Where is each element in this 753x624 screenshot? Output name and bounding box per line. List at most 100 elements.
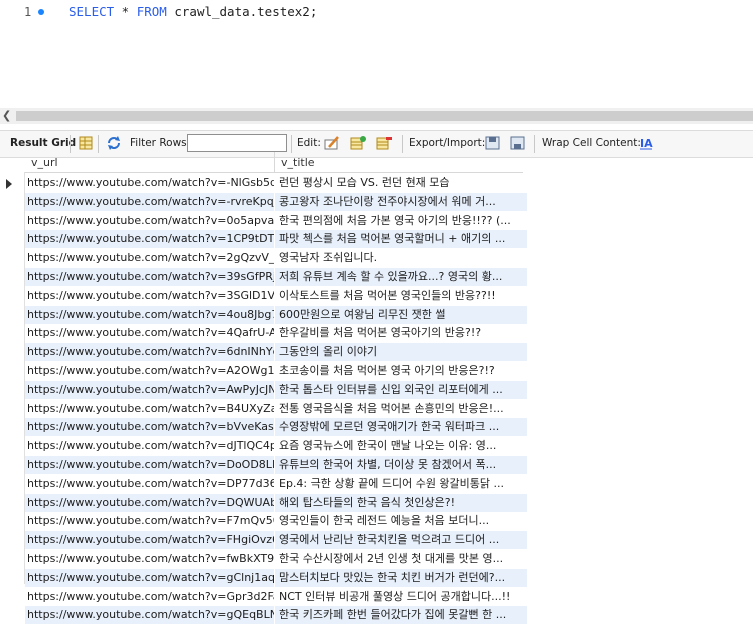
toolbar-separator	[98, 135, 99, 153]
export-import-label: Export/Import:	[409, 137, 486, 149]
table-row[interactable]: https://www.youtube.com/watch?v=FHgiOvz6…	[0, 531, 527, 550]
editor-horizontal-scrollbar[interactable]: ❮	[0, 108, 753, 124]
table-row[interactable]: https://www.youtube.com/watch?v=gClnj1aq…	[0, 568, 527, 587]
table-row[interactable]: https://www.youtube.com/watch?v=F7mQv50.…	[0, 512, 523, 530]
cell-v-title[interactable]: 한국 수산시장에서 2년 인생 첫 대게를 맛본 영...	[275, 550, 527, 568]
export-icon[interactable]	[485, 135, 501, 151]
cell-v-title[interactable]: Ep.4: 극한 상황 끝에 드디어 수원 왕갈비통닭 ...	[275, 475, 527, 493]
cell-v-title[interactable]: 전통 영국음식을 처음 먹어본 손흥민의 반응은!...	[275, 400, 527, 418]
cell-v-url[interactable]: https://www.youtube.com/watch?v=-NlGsb5d…	[25, 174, 274, 192]
scrollbar-thumb[interactable]	[16, 111, 753, 121]
insert-row-icon[interactable]	[350, 135, 366, 151]
cell-v-title[interactable]: 수영장밖에 모르던 영국애기가 한국 워터파크 ...	[275, 418, 527, 437]
cell-v-url[interactable]: https://www.youtube.com/watch?v=DoOD8LB.…	[25, 456, 274, 474]
table-row[interactable]: https://www.youtube.com/watch?v=B4UXyZaE…	[0, 400, 523, 418]
cell-v-title[interactable]: 600만원으로 여왕님 리무진 잿한 썰	[275, 305, 527, 324]
sql-statement[interactable]: SELECT * FROM crawl_data.testex2;	[69, 4, 317, 19]
cell-v-url[interactable]: https://www.youtube.com/watch?v=AwPyJcJN…	[25, 380, 274, 399]
cell-v-url[interactable]: https://www.youtube.com/watch?v=A2OWg1h.…	[25, 362, 274, 380]
table-row[interactable]: https://www.youtube.com/watch?v=6dnINhYg…	[0, 343, 527, 362]
table-row[interactable]: https://www.youtube.com/watch?v=-rvreKpq…	[0, 192, 527, 211]
cell-v-url[interactable]: https://www.youtube.com/watch?v=6dnINhYg…	[25, 343, 274, 362]
edit-label: Edit:	[297, 137, 321, 149]
scroll-left-arrow-icon[interactable]: ❮	[2, 109, 11, 122]
cell-v-url[interactable]: https://www.youtube.com/watch?v=FHgiOvz6…	[25, 531, 274, 550]
table-row[interactable]: https://www.youtube.com/watch?v=39sGfPRj…	[0, 268, 527, 286]
table-row[interactable]: https://www.youtube.com/watch?v=DoOD8LB.…	[0, 456, 527, 474]
cell-v-url[interactable]: https://www.youtube.com/watch?v=4ou8Jbg7…	[25, 305, 274, 324]
cell-v-url[interactable]: https://www.youtube.com/watch?v=2gQzvV_y…	[25, 249, 274, 267]
table-row[interactable]: https://www.youtube.com/watch?v=4ou8Jbg7…	[0, 305, 527, 324]
cell-v-title[interactable]: 이삭토스트를 처음 먹어본 영국인들의 반응??!!	[275, 287, 527, 305]
wrap-text-icon[interactable]: IA	[638, 135, 654, 151]
cell-v-url[interactable]: https://www.youtube.com/watch?v=39sGfPRj…	[25, 268, 274, 286]
table-row[interactable]: https://www.youtube.com/watch?v=fwBkXT9P…	[0, 550, 523, 568]
column-header-v-url[interactable]: v_url	[25, 152, 275, 173]
cell-v-title[interactable]: 파맛 첵스를 처음 먹어본 영국할머니 + 애기의 ...	[275, 230, 527, 249]
toolbar-separator	[402, 135, 403, 153]
cell-v-url[interactable]: https://www.youtube.com/watch?v=F7mQv50.…	[25, 512, 274, 530]
table-row[interactable]: https://www.youtube.com/watch?v=Gpr3d2Fa…	[0, 588, 523, 606]
table-row[interactable]: https://www.youtube.com/watch?v=DQWUAb-.…	[0, 493, 527, 512]
select-star: *	[114, 4, 137, 19]
cell-v-url[interactable]: https://www.youtube.com/watch?v=bVveKasF…	[25, 418, 274, 437]
table-row[interactable]: https://www.youtube.com/watch?v=dJTlQC4p…	[0, 437, 523, 455]
cell-v-title[interactable]: 콩고왕자 조나단이랑 전주야시장에서 워메 거...	[275, 192, 527, 211]
filter-rows-label: Filter Rows:	[130, 137, 191, 149]
table-row[interactable]: https://www.youtube.com/watch?v=2gQzvV_y…	[0, 249, 523, 267]
sql-editor[interactable]: 1 SELECT * FROM crawl_data.testex2;	[0, 0, 753, 108]
cell-v-url[interactable]: https://www.youtube.com/watch?v=0o5apvaD…	[25, 212, 274, 230]
result-grid-tab[interactable]: Result Grid	[10, 137, 76, 149]
import-icon[interactable]	[510, 135, 526, 151]
column-header-v-title[interactable]: v_title	[275, 152, 523, 173]
table-row[interactable]: https://www.youtube.com/watch?v=3SGlD1VZ…	[0, 287, 523, 305]
cell-v-url[interactable]: https://www.youtube.com/watch?v=fwBkXT9P…	[25, 550, 274, 568]
cell-v-title[interactable]: 런던 평상시 모습 VS. 런던 현재 모습	[275, 174, 527, 192]
cell-v-title[interactable]: 요즘 영국뉴스에 한국이 맨날 나오는 이유: 영...	[275, 437, 527, 455]
table-row[interactable]: https://www.youtube.com/watch?v=gQEqBLNt…	[0, 606, 527, 624]
table-row[interactable]: https://www.youtube.com/watch?v=DP77d366…	[0, 475, 523, 493]
cell-v-title[interactable]: 초코송이를 처음 먹어본 영국 아기의 반응은?!?	[275, 362, 527, 380]
result-grid[interactable]: v_url v_title https://www.youtube.com/wa…	[0, 152, 753, 624]
table-row[interactable]: https://www.youtube.com/watch?v=A2OWg1h.…	[0, 362, 523, 380]
grid-view-icon[interactable]	[78, 135, 94, 151]
cell-v-title[interactable]: 그동안의 올리 이야기	[275, 343, 527, 362]
table-row[interactable]: https://www.youtube.com/watch?v=AwPyJcJN…	[0, 380, 527, 399]
cell-v-title[interactable]: 영국인들이 한국 레전드 예능을 처음 보더니...	[275, 512, 527, 530]
table-row[interactable]: https://www.youtube.com/watch?v=4QafrU-A…	[0, 324, 523, 342]
refresh-icon[interactable]	[106, 135, 122, 151]
edit-row-icon[interactable]	[324, 135, 340, 151]
toolbar-separator	[534, 135, 535, 153]
cell-v-title[interactable]: 유튜브의 한국어 차별, 더이상 못 참겠어서 폭...	[275, 456, 527, 474]
cell-v-url[interactable]: https://www.youtube.com/watch?v=3SGlD1VZ…	[25, 287, 274, 305]
cell-v-url[interactable]: https://www.youtube.com/watch?v=B4UXyZaE…	[25, 400, 274, 418]
filter-rows-input[interactable]	[187, 134, 287, 152]
table-row[interactable]: https://www.youtube.com/watch?v=bVveKasF…	[0, 418, 527, 437]
cell-v-title[interactable]: 맘스터치보다 맛있는 한국 치킨 버거가 런던에?...	[275, 568, 527, 587]
cell-v-url[interactable]: https://www.youtube.com/watch?v=4QafrU-A…	[25, 324, 274, 342]
cell-v-title[interactable]: 한국 편의점에 처음 가본 영국 아기의 반응!!?? (...	[275, 212, 527, 230]
cell-v-url[interactable]: https://www.youtube.com/watch?v=dJTlQC4p…	[25, 437, 274, 455]
cell-v-title[interactable]: 한국 톱스타 인터뷰를 신입 외국인 리포터에게 ...	[275, 380, 527, 399]
cell-v-title[interactable]: 영국남자 조쉬입니다.	[275, 249, 527, 267]
cell-v-title[interactable]: 한우갈비를 처음 먹어본 영국아기의 반응?!?	[275, 324, 527, 342]
delete-row-icon[interactable]	[376, 135, 392, 151]
keyword-from: FROM	[136, 4, 167, 19]
cell-v-url[interactable]: https://www.youtube.com/watch?v=gQEqBLNt…	[25, 606, 274, 624]
cell-v-url[interactable]: https://www.youtube.com/watch?v=Gpr3d2Fa…	[25, 588, 274, 606]
cell-v-title[interactable]: 해외 탑스타들의 한국 음식 첫인상은?!	[275, 493, 527, 512]
cell-v-url[interactable]: https://www.youtube.com/watch?v=gClnj1aq…	[25, 568, 274, 587]
table-row[interactable]: https://www.youtube.com/watch?v=0o5apvaD…	[0, 212, 523, 230]
cell-v-title[interactable]: 한국 키즈카페 한번 들어갔다가 집에 못갈뻔 한 ...	[275, 606, 527, 624]
cell-v-title[interactable]: 영국에서 난리난 한국치킨을 먹으려고 드디어 ...	[275, 531, 527, 550]
cell-v-url[interactable]: https://www.youtube.com/watch?v=DQWUAb-.…	[25, 493, 274, 512]
cell-v-url[interactable]: https://www.youtube.com/watch?v=DP77d366…	[25, 475, 274, 493]
statement-marker-icon	[38, 9, 44, 15]
cell-v-title[interactable]: NCT 인터뷰 비공개 풀영상 드디어 공개합니다...!!	[275, 588, 527, 606]
svg-text:IA: IA	[640, 137, 653, 150]
cell-v-url[interactable]: https://www.youtube.com/watch?v=1CP9tDTE…	[25, 230, 274, 249]
table-row[interactable]: https://www.youtube.com/watch?v=-NlGsb5d…	[0, 174, 523, 192]
table-row[interactable]: https://www.youtube.com/watch?v=1CP9tDTE…	[0, 230, 527, 249]
cell-v-title[interactable]: 저희 유튜브 계속 할 수 있을까요...? 영국의 황...	[275, 268, 527, 286]
cell-v-url[interactable]: https://www.youtube.com/watch?v=-rvreKpq…	[25, 192, 274, 211]
